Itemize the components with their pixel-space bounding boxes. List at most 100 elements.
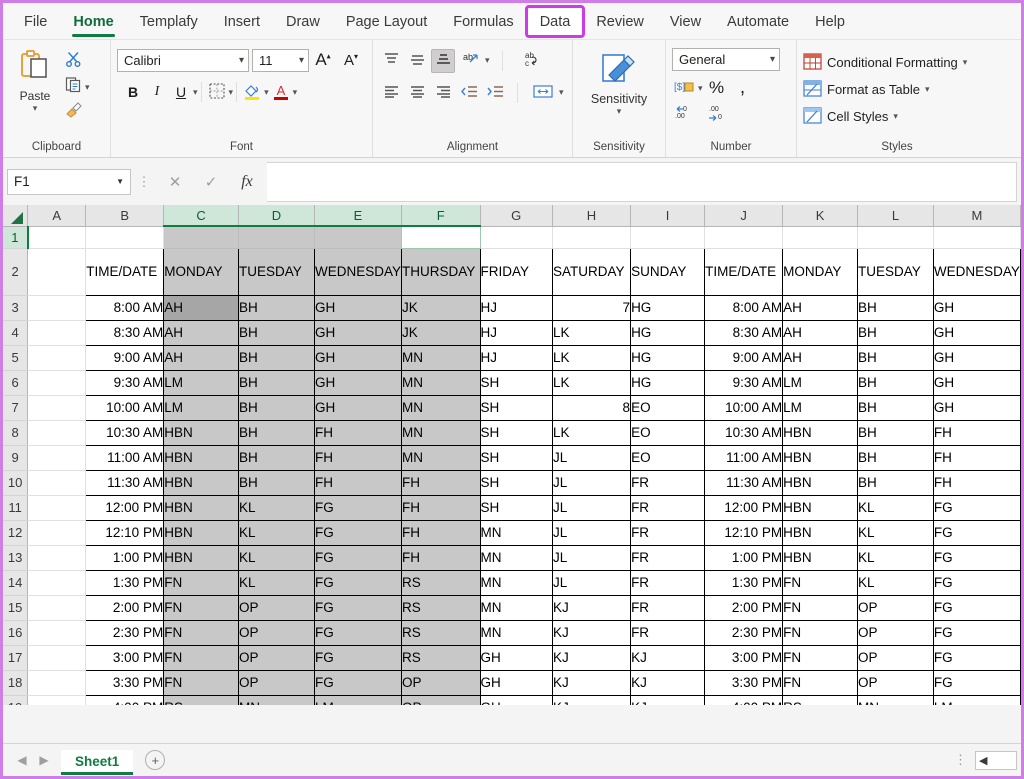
cell-b3[interactable]: 8:00 AM (85, 294, 165, 321)
cell-a8[interactable] (27, 420, 87, 446)
cell-g14[interactable]: MN (479, 569, 553, 596)
cell-a4[interactable] (27, 320, 87, 346)
conditional-formatting-button[interactable]: Conditional Formatting ▾ (803, 49, 967, 76)
cell-h11[interactable]: JL (551, 494, 632, 521)
cell-m7[interactable]: GH (932, 394, 1021, 421)
cell-h4[interactable]: LK (551, 319, 632, 346)
font-color-button[interactable]: A (269, 80, 293, 104)
cell-c16[interactable]: FN (163, 619, 240, 646)
cell-a10[interactable] (27, 470, 87, 496)
cell-d7[interactable]: BH (238, 394, 315, 421)
cell-f8[interactable]: MN (400, 419, 481, 446)
increase-font-size-button[interactable]: A▴ (309, 48, 337, 72)
cell-m13[interactable]: FG (932, 544, 1021, 571)
row-header-9[interactable]: 9 (3, 445, 29, 471)
decrease-indent-button[interactable] (457, 81, 481, 105)
cell-h5[interactable]: LK (551, 344, 632, 371)
cell-d8[interactable]: BH (238, 419, 315, 446)
cell-e7[interactable]: GH (313, 394, 402, 421)
scroll-left-icon[interactable]: ◀ (979, 754, 987, 767)
cell-g7[interactable]: SH (479, 394, 553, 421)
cell-i8[interactable]: EO (630, 419, 706, 446)
cell-k9[interactable]: HBN (782, 444, 858, 471)
row-header-5[interactable]: 5 (3, 345, 29, 371)
row-header-3[interactable]: 3 (3, 295, 29, 321)
cell-g1[interactable] (480, 226, 553, 249)
comma-style-button[interactable]: , (731, 76, 755, 100)
cell-i19[interactable]: KJ (630, 694, 706, 705)
cell-b13[interactable]: 1:00 PM (85, 544, 165, 571)
font-size-combo[interactable]: 11 ▾ (252, 48, 309, 72)
cell-j6[interactable]: 9:30 AM (704, 369, 784, 396)
percent-style-button[interactable]: % (705, 76, 729, 100)
cell-j1[interactable] (704, 226, 784, 249)
cell-k14[interactable]: FN (782, 569, 858, 596)
cell-c2[interactable]: MONDAY (163, 247, 240, 296)
format-painter-button[interactable] (65, 101, 90, 123)
sheet-tab-sheet1[interactable]: Sheet1 (61, 749, 134, 775)
cell-k1[interactable] (782, 226, 858, 249)
cell-b2[interactable]: TIME/DATE (85, 247, 165, 296)
status-bar-drag-handle[interactable]: ⋮ (946, 752, 975, 768)
cell-h16[interactable]: KJ (551, 619, 632, 646)
cell-d6[interactable]: BH (238, 369, 315, 396)
cell-h12[interactable]: JL (551, 519, 632, 546)
currency-chevron-down-icon[interactable]: ▾ (698, 83, 703, 94)
cell-c8[interactable]: HBN (163, 419, 240, 446)
cell-a12[interactable] (27, 520, 87, 546)
column-header-g[interactable]: G (480, 205, 553, 227)
cell-l11[interactable]: KL (856, 494, 934, 521)
underline-chevron-down-icon[interactable]: ▾ (193, 87, 198, 98)
cell-h13[interactable]: JL (551, 544, 632, 571)
cell-a2[interactable] (27, 248, 87, 296)
cell-e6[interactable]: GH (313, 369, 402, 396)
font-color-chevron-down-icon[interactable]: ▾ (293, 87, 298, 98)
cell-l13[interactable]: KL (856, 544, 934, 571)
cell-f18[interactable]: OP (400, 669, 481, 696)
cell-c15[interactable]: FN (163, 594, 240, 621)
cell-i18[interactable]: KJ (630, 669, 706, 696)
wrap-text-button[interactable]: ab c (516, 49, 546, 73)
cell-c4[interactable]: AH (163, 319, 240, 346)
cell-e1[interactable] (313, 225, 402, 249)
cell-g10[interactable]: SH (479, 469, 553, 496)
cell-a11[interactable] (27, 495, 87, 521)
cell-b4[interactable]: 8:30 AM (85, 319, 165, 346)
cell-c5[interactable]: AH (163, 344, 240, 371)
cell-f1[interactable] (400, 225, 481, 249)
cell-l4[interactable]: BH (856, 319, 934, 346)
cell-b7[interactable]: 10:00 AM (85, 394, 165, 421)
cell-f4[interactable]: JK (400, 319, 481, 346)
cell-h18[interactable]: KJ (551, 669, 632, 696)
row-header-17[interactable]: 17 (3, 645, 29, 671)
cell-c3[interactable]: AH (163, 294, 240, 321)
accounting-format-button[interactable]: [$] (672, 76, 696, 100)
cell-k19[interactable]: RS (782, 694, 858, 705)
row-header-15[interactable]: 15 (3, 595, 29, 621)
number-format-combo[interactable]: General ▾ (672, 48, 780, 71)
cell-c13[interactable]: HBN (163, 544, 240, 571)
insert-function-button[interactable]: fx (229, 169, 265, 195)
cell-h3[interactable]: 7 (551, 294, 632, 321)
cell-l6[interactable]: BH (856, 369, 934, 396)
tab-file[interactable]: File (11, 7, 60, 36)
cell-j5[interactable]: 9:00 AM (704, 344, 784, 371)
borders-button[interactable] (205, 80, 229, 104)
column-header-l[interactable]: L (857, 205, 934, 227)
cell-f11[interactable]: FH (400, 494, 481, 521)
cell-l16[interactable]: OP (856, 619, 934, 646)
cell-g16[interactable]: MN (479, 619, 553, 646)
cell-f14[interactable]: RS (400, 569, 481, 596)
align-bottom-button[interactable] (431, 48, 455, 73)
tab-templafy[interactable]: Templafy (127, 7, 211, 36)
align-middle-button[interactable] (405, 49, 429, 73)
cell-k4[interactable]: AH (782, 319, 858, 346)
cell-f5[interactable]: MN (400, 344, 481, 371)
column-header-k[interactable]: K (782, 205, 858, 227)
cell-i9[interactable]: EO (630, 444, 706, 471)
cell-g13[interactable]: MN (479, 544, 553, 571)
orientation-chevron-down-icon[interactable]: ▾ (485, 55, 490, 66)
cell-g8[interactable]: SH (479, 419, 553, 446)
column-header-c[interactable]: C (163, 205, 240, 227)
cell-m19[interactable]: LM (932, 694, 1021, 705)
